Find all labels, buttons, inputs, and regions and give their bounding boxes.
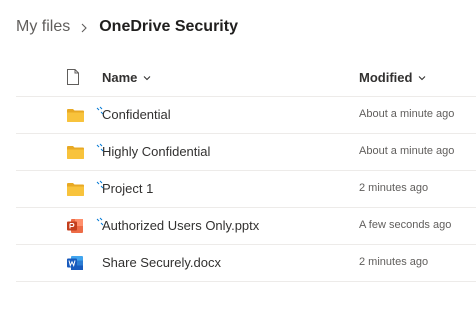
file-modified: A few seconds ago	[359, 219, 452, 231]
file-row-project-1[interactable]: Project 1 2 minutes ago	[16, 171, 476, 208]
file-modified: 2 minutes ago	[359, 256, 429, 268]
breadcrumb: My files OneDrive Security	[16, 16, 238, 38]
file-row-confidential[interactable]: Confidential About a minute ago	[16, 97, 476, 134]
file-modified: 2 minutes ago	[359, 182, 429, 194]
file-name[interactable]: Confidential	[102, 107, 171, 122]
powerpoint-icon	[67, 218, 84, 234]
file-row-authorized-users-only[interactable]: Authorized Users Only.pptx A few seconds…	[16, 208, 476, 245]
folder-icon	[67, 181, 84, 197]
word-icon	[67, 255, 84, 271]
breadcrumb-current-folder[interactable]: OneDrive Security	[99, 18, 238, 36]
chevron-down-icon	[143, 75, 151, 81]
modified-column-label: Modified	[359, 70, 413, 85]
file-type-column-icon[interactable]	[66, 69, 80, 85]
chevron-right-icon	[80, 23, 88, 33]
file-name[interactable]: Project 1	[102, 181, 153, 196]
file-modified: About a minute ago	[359, 108, 455, 120]
name-column-header[interactable]: Name	[102, 70, 151, 85]
file-name[interactable]: Highly Confidential	[102, 144, 210, 159]
folder-icon	[67, 107, 84, 123]
folder-icon	[67, 144, 84, 160]
name-column-label: Name	[102, 70, 138, 85]
file-row-share-securely[interactable]: Share Securely.docx 2 minutes ago	[16, 245, 476, 282]
breadcrumb-my-files[interactable]: My files	[16, 18, 70, 36]
chevron-down-icon	[418, 75, 426, 81]
file-name[interactable]: Share Securely.docx	[102, 255, 221, 270]
file-row-highly-confidential[interactable]: Highly Confidential About a minute ago	[16, 134, 476, 171]
file-modified: About a minute ago	[359, 145, 455, 157]
column-header-row: Name Modified	[16, 60, 476, 97]
file-list-page: My files OneDrive Security Name Modified	[0, 0, 476, 336]
modified-column-header[interactable]: Modified	[359, 70, 426, 85]
file-name[interactable]: Authorized Users Only.pptx	[102, 218, 259, 233]
